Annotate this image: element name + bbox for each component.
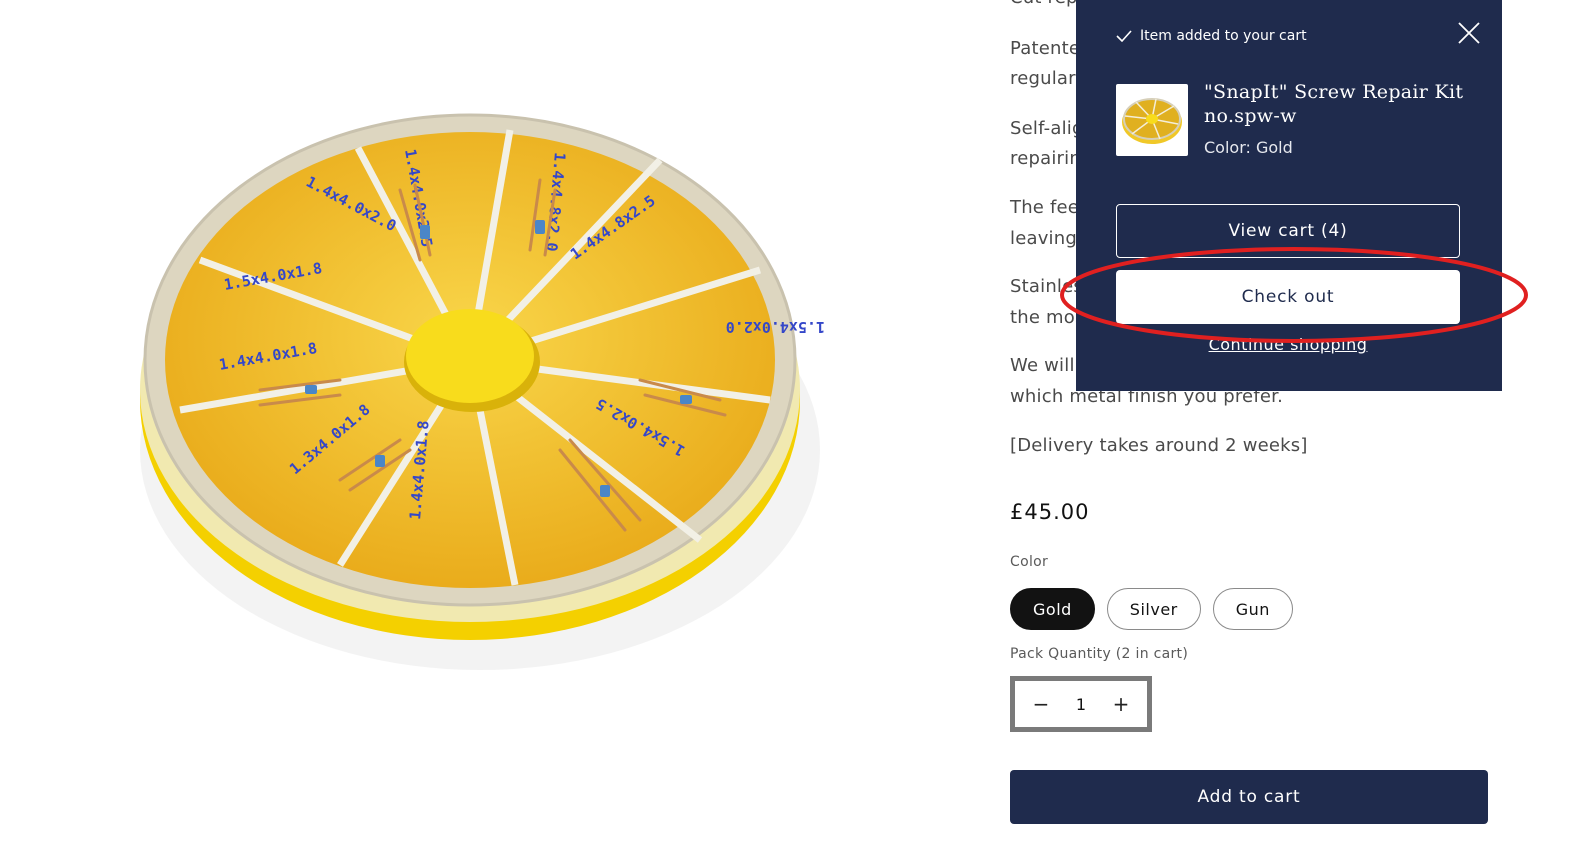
- product-price: £45.00: [1010, 500, 1090, 524]
- product-image: 1.4x4.0x2.0 1.4x4.0x2.5 1.4x4.8x2.0 1.4x…: [120, 60, 840, 700]
- description-line: regular: [1010, 68, 1076, 89]
- color-label: Color: [1010, 554, 1049, 570]
- description-line: repairin: [1010, 148, 1081, 169]
- delivery-note: [Delivery takes around 2 weeks]: [1010, 435, 1308, 456]
- item-added-text: Item added to your cart: [1140, 28, 1307, 44]
- item-added-message: Item added to your cart: [1116, 28, 1307, 44]
- cart-item-thumbnail: [1116, 84, 1188, 156]
- quantity-increase-button[interactable]: +: [1107, 690, 1135, 718]
- description-line: the mos: [1010, 307, 1085, 328]
- svg-text:1.5x4.0x2.0: 1.5x4.0x2.0: [726, 318, 825, 336]
- description-line: Patente: [1010, 38, 1081, 59]
- cart-item-title: "SnapIt" Screw Repair Kit no.spw-w: [1204, 81, 1464, 127]
- description-line: Self-alig: [1010, 118, 1084, 139]
- description-line: The fee: [1010, 197, 1080, 218]
- quantity-stepper: − 1 +: [1010, 676, 1152, 732]
- checkout-button[interactable]: Check out: [1116, 270, 1460, 324]
- cart-notification: Item added to your cart "SnapIt" Screw R…: [1076, 0, 1502, 391]
- color-option-gold[interactable]: Gold: [1010, 588, 1095, 630]
- screw-kit-illustration: 1.4x4.0x2.0 1.4x4.0x2.5 1.4x4.8x2.0 1.4x…: [140, 113, 825, 670]
- color-options: Gold Silver Gun: [1010, 588, 1293, 630]
- quantity-decrease-button[interactable]: −: [1027, 690, 1055, 718]
- add-to-cart-button[interactable]: Add to cart: [1010, 770, 1488, 824]
- checkmark-icon: [1116, 30, 1132, 42]
- description-line: We will: [1010, 355, 1075, 376]
- cart-item-color: Color: Gold: [1204, 138, 1293, 157]
- continue-shopping-link[interactable]: Continue shopping: [1116, 335, 1460, 354]
- description-line: Stainles: [1010, 276, 1083, 297]
- color-option-gun[interactable]: Gun: [1212, 588, 1293, 630]
- quantity-input[interactable]: 1: [1076, 695, 1086, 714]
- description-line: Cut rep: [1010, 0, 1078, 8]
- close-icon[interactable]: [1456, 20, 1482, 46]
- quantity-label: Pack Quantity (2 in cart): [1010, 646, 1189, 662]
- view-cart-button[interactable]: View cart (4): [1116, 204, 1460, 258]
- color-option-silver[interactable]: Silver: [1106, 588, 1201, 630]
- description-line: leaving: [1010, 228, 1077, 249]
